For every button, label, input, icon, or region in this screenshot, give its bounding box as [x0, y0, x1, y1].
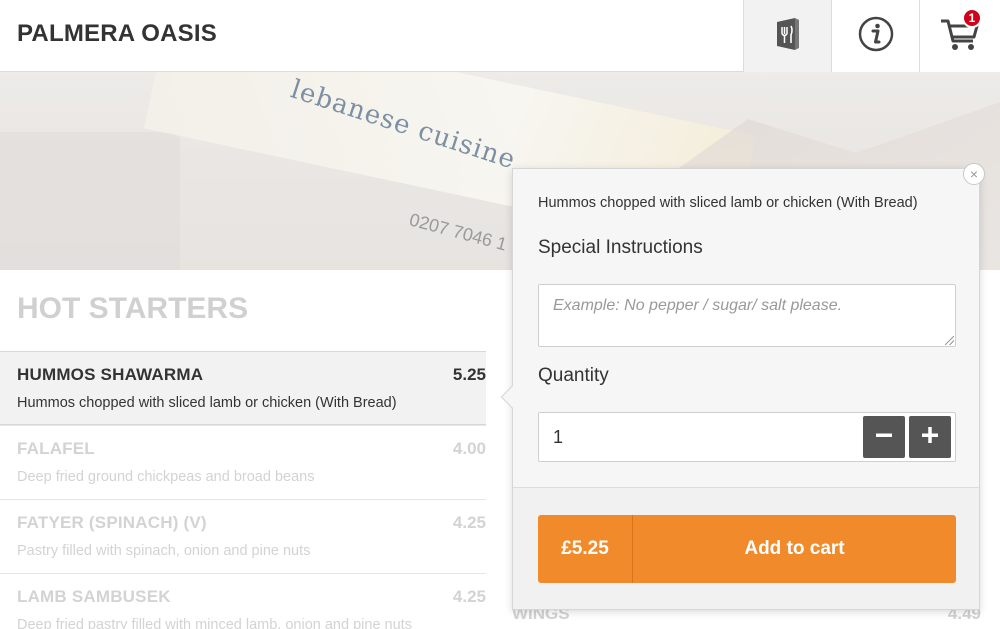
menu-item-price: 4.25 [452, 587, 486, 606]
menu-item-description: Deep fried pastry filled with minced lam… [17, 617, 412, 629]
close-icon: × [969, 166, 979, 182]
popup-footer: £5.25 Add to cart [513, 487, 979, 609]
menu-item-name: FALAFEL [17, 439, 95, 458]
quantity-value[interactable]: 1 [553, 427, 563, 448]
menu-button[interactable] [743, 0, 831, 72]
minus-icon [875, 426, 893, 449]
menu-item[interactable]: FALAFEL 4.00 Deep fried ground chickpeas… [0, 425, 486, 499]
menu-item-price: 4.25 [452, 513, 486, 532]
quantity-label: Quantity [538, 365, 609, 386]
add-to-cart-label: Add to cart [744, 538, 845, 559]
menu-item-description: Deep fried ground chickpeas and broad be… [17, 469, 315, 485]
menu-item-description: Pastry filled with spinach, onion and pi… [17, 543, 311, 559]
textarea-resize-handle[interactable] [945, 336, 954, 345]
add-to-cart-price: £5.25 [538, 515, 633, 583]
special-instructions-input[interactable] [538, 284, 956, 347]
popup-item-description: Hummos chopped with sliced lamb or chick… [538, 195, 918, 211]
menu-item-name: HUMMOS SHAWARMA [17, 365, 204, 384]
restaurant-name[interactable]: PALMERA OASIS [17, 20, 217, 48]
menu-item-price: 4.00 [452, 439, 486, 458]
menu-item[interactable]: FATYER (SPINACH) (V) 4.25 Pastry filled … [0, 499, 486, 573]
menu-item-name: LAMB SAMBUSEK [17, 587, 171, 606]
item-options-popup: × Hummos chopped with sliced lamb or chi… [500, 163, 985, 610]
add-to-cart-button[interactable]: £5.25 Add to cart [538, 515, 956, 583]
increase-quantity-button[interactable] [909, 416, 951, 458]
plus-icon [921, 426, 939, 449]
menu-item-price: 5.25 [452, 365, 486, 384]
close-button[interactable]: × [963, 163, 985, 185]
menu-icon [773, 16, 803, 57]
cart-button[interactable]: 1 [919, 0, 1000, 72]
info-button[interactable] [831, 0, 919, 72]
info-icon [858, 16, 894, 57]
special-instructions-label: Special Instructions [538, 237, 703, 258]
menu-item-name: FATYER (SPINACH) (V) [17, 513, 207, 532]
menu-item[interactable]: LAMB SAMBUSEK 4.25 Deep fried pastry fil… [0, 573, 486, 629]
decrease-quantity-button[interactable] [863, 416, 905, 458]
cart-count-badge: 1 [962, 8, 982, 28]
top-bar: PALMERA OASIS 1 [0, 0, 1000, 72]
quantity-stepper: 1 [538, 412, 956, 462]
section-title: HOT STARTERS [17, 292, 249, 325]
menu-item[interactable]: HUMMOS SHAWARMA 5.25 Hummos chopped with… [0, 351, 486, 425]
popup-pointer [500, 385, 524, 409]
menu-item-description: Hummos chopped with sliced lamb or chick… [17, 395, 397, 411]
